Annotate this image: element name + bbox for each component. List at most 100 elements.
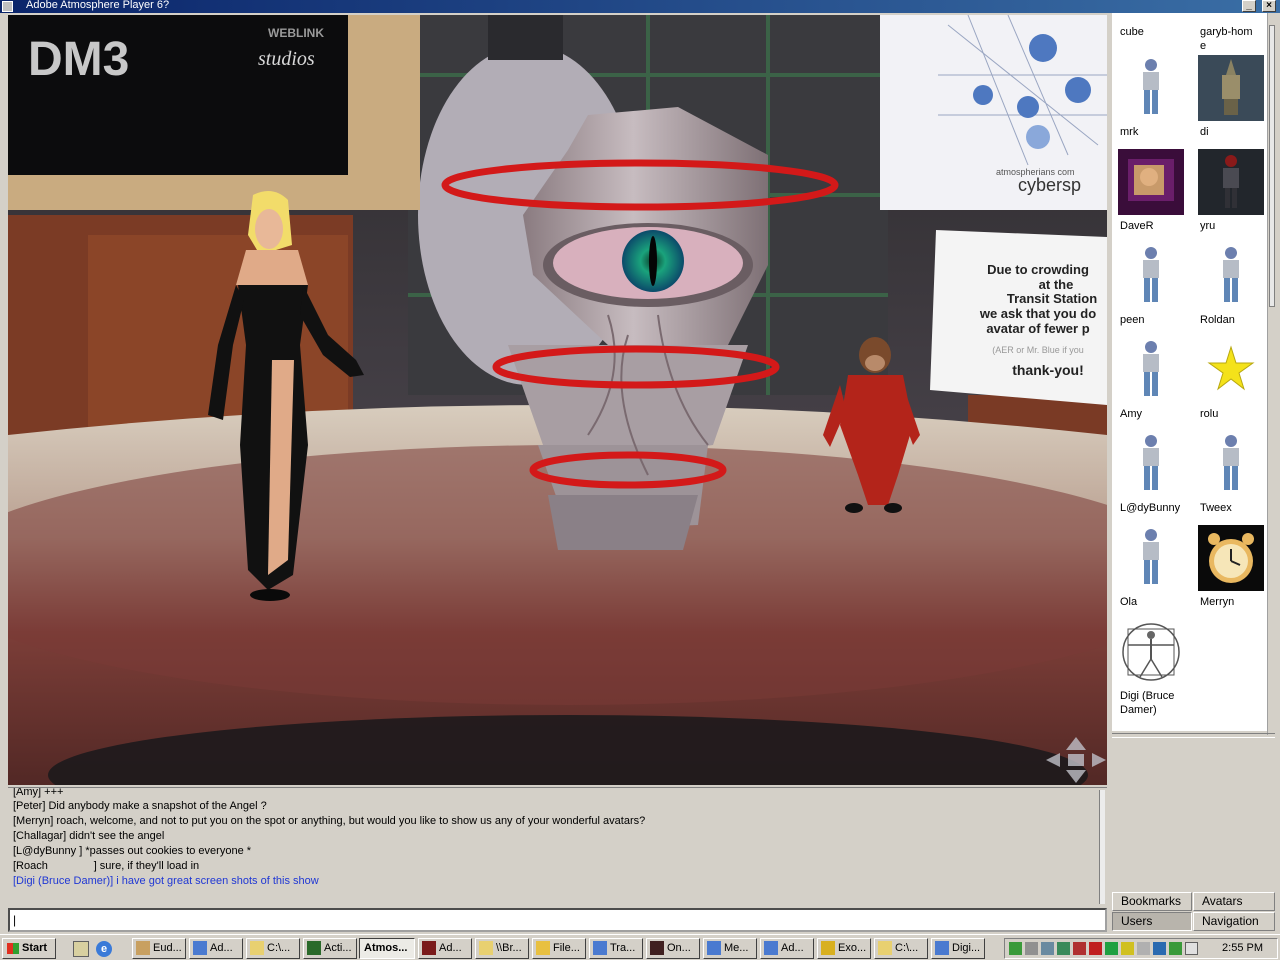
task-exodus[interactable]: Exo... <box>817 938 871 959</box>
tab-users[interactable]: Users <box>1112 912 1192 931</box>
chat-scrollbar[interactable] <box>1099 790 1105 904</box>
notice-line-6: (AER or Mr. Blue if you <box>992 345 1084 355</box>
tray-app-icon[interactable] <box>1105 942 1118 955</box>
default-avatar-icon <box>1118 525 1184 591</box>
notice-line-2: at the <box>1039 277 1074 292</box>
task-c-drive-2[interactable]: C:\... <box>874 938 928 959</box>
chat-line: [Merryn] roach, welcome, and not to put … <box>13 815 646 827</box>
scrollbar-thumb[interactable] <box>1269 25 1275 307</box>
tab-avatars[interactable]: Avatars <box>1193 892 1275 911</box>
title-bar: Adobe Atmosphere Player 6? _ × <box>0 0 1280 13</box>
movie-icon <box>650 941 664 955</box>
scene-render: WEBLINK DM3 studios atmospherians com cy… <box>8 15 1107 785</box>
user-card-daver[interactable]: DaveR <box>1112 149 1192 243</box>
task-ad-2[interactable]: Ad... <box>760 938 814 959</box>
task-ad-1[interactable]: Ad... <box>189 938 243 959</box>
user-card-rolu[interactable]: rolu <box>1192 337 1272 431</box>
ie-icon <box>764 941 778 955</box>
minimize-button[interactable]: _ <box>1242 0 1256 12</box>
tray-app-icon[interactable] <box>1169 942 1182 955</box>
user-name: Merryn <box>1200 596 1235 608</box>
banner-studio: studios <box>258 48 315 70</box>
user-card-merryn[interactable]: Merryn <box>1192 525 1272 619</box>
close-button[interactable]: × <box>1262 0 1276 12</box>
task-eudora[interactable]: Eud... <box>132 938 186 959</box>
user-list-scrollbar[interactable] <box>1267 13 1275 735</box>
task-atmosphere[interactable]: Atmos... <box>359 938 415 959</box>
chat-log[interactable]: [Amy] +++ [Peter] Did anybody make a sna… <box>8 787 1107 905</box>
user-card-cube[interactable]: cube <box>1112 13 1192 49</box>
3d-viewport[interactable]: WEBLINK DM3 studios atmospherians com cy… <box>8 15 1107 785</box>
user-card-digi[interactable]: Digi (Bruce Damer) <box>1112 619 1192 729</box>
task-network-folder[interactable]: \\Br... <box>475 938 529 959</box>
default-avatar-icon <box>1118 243 1184 309</box>
task-file[interactable]: File... <box>532 938 586 959</box>
photo-avatar-icon <box>1118 149 1184 215</box>
system-tray: 2:55 PM <box>1004 938 1278 959</box>
tray-app-icon[interactable] <box>1057 942 1070 955</box>
chat-line: [Peter] Did anybody make a snapshot of t… <box>13 800 267 812</box>
ie-icon <box>193 941 207 955</box>
chat-input[interactable] <box>8 908 1107 932</box>
eudora-icon <box>136 941 150 955</box>
task-digi[interactable]: Digi... <box>931 938 985 959</box>
user-name: peen <box>1120 314 1145 326</box>
default-avatar-icon <box>1118 431 1184 497</box>
banner-logo: DM3 <box>28 33 129 86</box>
user-card-di[interactable]: di <box>1192 55 1272 149</box>
start-button[interactable]: Start <box>2 938 56 959</box>
user-card-ola[interactable]: Ola <box>1112 525 1192 619</box>
show-desktop-icon[interactable] <box>73 941 89 957</box>
task-tra[interactable]: Tra... <box>589 938 643 959</box>
clock[interactable]: 2:55 PM <box>1222 939 1263 958</box>
notice-line-1: Due to crowding <box>987 262 1089 277</box>
default-avatar-icon <box>1118 55 1184 121</box>
ie-icon <box>707 941 721 955</box>
window-title: Adobe Atmosphere Player 6? <box>26 0 170 11</box>
robot-avatar-icon <box>1198 55 1264 121</box>
task-on[interactable]: On... <box>646 938 700 959</box>
user-name: Digi (Bruce Damer) <box>1120 690 1175 716</box>
star-avatar-icon <box>1198 337 1264 403</box>
user-card-mrk[interactable]: mrk <box>1112 55 1192 149</box>
banner-brand: WEBLINK <box>268 26 324 40</box>
ie-icon <box>593 941 607 955</box>
task-me[interactable]: Me... <box>703 938 757 959</box>
user-list-panel: cube garyb-hom e mrk di DaveR yru peen Ro… <box>1112 13 1274 731</box>
ie-icon <box>935 941 949 955</box>
task-activeworlds[interactable]: Acti... <box>303 938 357 959</box>
tray-app-icon[interactable] <box>1041 942 1054 955</box>
acrobat-icon[interactable] <box>1089 942 1102 955</box>
user-card-peen[interactable]: peen <box>1112 243 1192 337</box>
chat-line-self: [Digi (Bruce Damer)] i have got great sc… <box>13 875 319 887</box>
file-icon <box>536 941 550 955</box>
user-card-amy[interactable]: Amy <box>1112 337 1192 431</box>
user-name: L@dyBunny <box>1120 502 1181 514</box>
user-card-ladybunny[interactable]: L@dyBunny <box>1112 431 1192 525</box>
internet-explorer-icon[interactable]: e <box>96 941 112 957</box>
chat-line: [Roach ] sure, if they'll load in <box>13 860 200 872</box>
tray-app-icon[interactable] <box>1137 942 1150 955</box>
user-name: Roldan <box>1200 314 1235 326</box>
adobe-icon <box>422 941 436 955</box>
display-icon[interactable] <box>1185 942 1198 955</box>
chat-line: [Challagar] didn't see the angel <box>13 830 165 842</box>
network-icon[interactable] <box>1009 942 1022 955</box>
task-adobe[interactable]: Ad... <box>418 938 472 959</box>
notice-line-4: we ask that you do <box>979 306 1096 321</box>
tab-bookmarks[interactable]: Bookmarks <box>1112 892 1192 911</box>
user-card-yru[interactable]: yru <box>1192 149 1272 243</box>
user-card-garyb-home[interactable]: garyb-hom e <box>1192 13 1272 52</box>
user-card-roldan[interactable]: Roldan <box>1192 243 1272 337</box>
user-name: di <box>1200 126 1209 138</box>
task-c-drive-1[interactable]: C:\... <box>246 938 300 959</box>
panel-divider <box>1112 733 1275 738</box>
user-card-tweex[interactable]: Tweex <box>1192 431 1272 525</box>
tray-app-icon[interactable] <box>1121 942 1134 955</box>
tray-app-icon[interactable] <box>1153 942 1166 955</box>
activeworlds-icon <box>307 941 321 955</box>
notice-line-5: avatar of fewer p <box>986 321 1089 336</box>
tab-navigation[interactable]: Navigation <box>1193 912 1275 931</box>
tray-app-icon[interactable] <box>1073 942 1086 955</box>
volume-icon[interactable] <box>1025 942 1038 955</box>
